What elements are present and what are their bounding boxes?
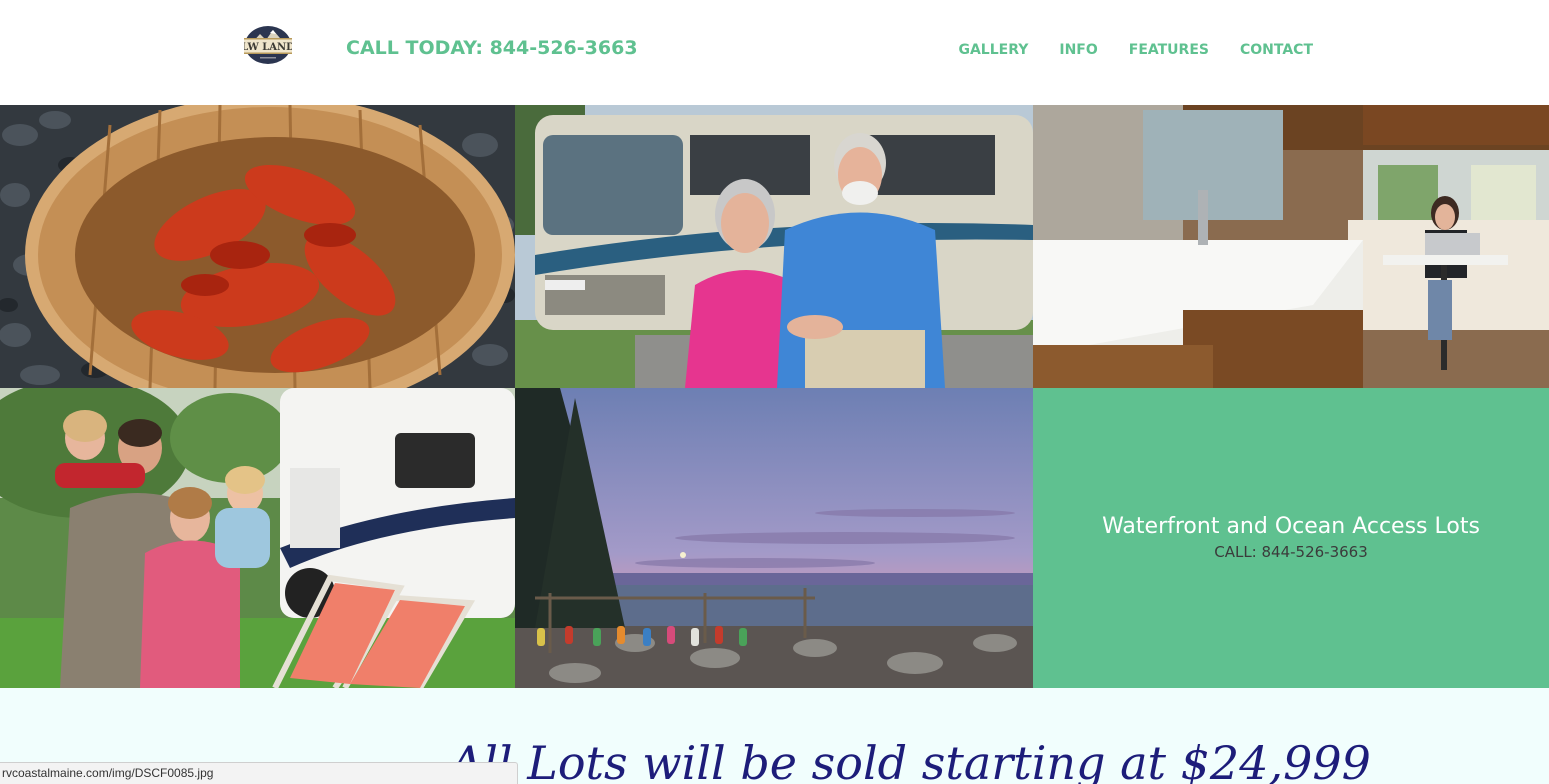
- rv-interior-photo[interactable]: [1033, 105, 1549, 388]
- promo-title: Waterfront and Ocean Access Lots: [1102, 514, 1480, 539]
- nav-features[interactable]: FEATURES: [1129, 42, 1209, 58]
- lobster-basket-photo[interactable]: [0, 105, 515, 388]
- promo-phone[interactable]: CALL: 844-526-3663: [1033, 542, 1549, 562]
- nav-info[interactable]: INFO: [1059, 42, 1097, 58]
- nav-contact[interactable]: CONTACT: [1240, 42, 1313, 58]
- promo-content: Waterfront and Ocean Access Lots CALL: 8…: [1033, 513, 1549, 562]
- coastal-sunset-photo[interactable]: [515, 388, 1033, 688]
- photo-gallery: Waterfront and Ocean Access Lots CALL: 8…: [0, 105, 1549, 688]
- nav-gallery[interactable]: GALLERY: [958, 42, 1028, 58]
- couple-rv-photo[interactable]: [515, 105, 1033, 388]
- site-header: LW LAND CALL TODAY: 844-526-3663 GALLERY…: [0, 0, 1549, 105]
- status-url: rvcoastalmaine.com/img/DSCF0085.jpg: [2, 766, 214, 780]
- call-today-callout: CALL TODAY: 844-526-3663: [346, 37, 638, 59]
- family-camper-photo[interactable]: [0, 388, 515, 688]
- logo-text: LW LAND: [244, 42, 292, 53]
- price-headline: All Lots will be sold starting at $24,99…: [450, 736, 1371, 784]
- browser-status-bar: rvcoastalmaine.com/img/DSCF0085.jpg: [0, 762, 518, 784]
- site-logo[interactable]: LW LAND: [244, 25, 292, 65]
- main-nav: GALLERY INFO FEATURES CONTACT: [958, 42, 1313, 58]
- waterfront-promo-tile: Waterfront and Ocean Access Lots CALL: 8…: [1033, 388, 1549, 688]
